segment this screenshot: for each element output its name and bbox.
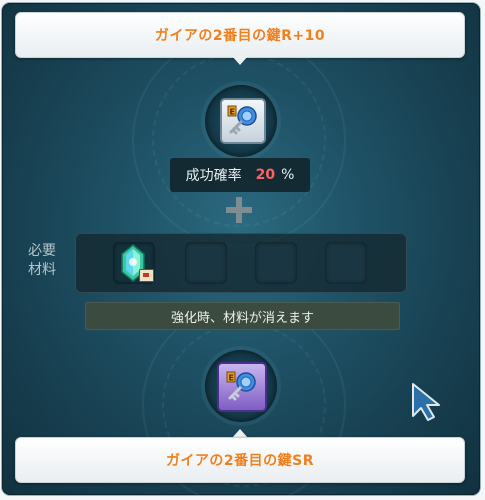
key-icon: E xyxy=(227,105,257,135)
target-item-name: ガイアの2番目の鍵R+10 xyxy=(154,28,326,44)
result-item-name: ガイアの2番目の鍵SR xyxy=(165,453,315,469)
material-slot-3[interactable] xyxy=(255,242,297,284)
materials-panel xyxy=(75,233,407,293)
mouse-cursor-icon xyxy=(412,383,440,421)
gaia-key-rare-icon[interactable]: E xyxy=(220,98,266,144)
material-slot-4[interactable] xyxy=(325,242,367,284)
plus-icon xyxy=(226,197,252,223)
banner-pointer xyxy=(232,56,248,65)
item-badge-icon xyxy=(139,269,154,282)
success-rate-value: 20 xyxy=(255,167,276,183)
result-item-banner: ガイアの2番目の鍵SR xyxy=(15,437,465,483)
success-rate-unit: % xyxy=(281,167,295,183)
material-slot-2[interactable] xyxy=(185,242,227,284)
material-consumed-notice: 強化時、材料が消えます xyxy=(85,302,400,330)
svg-text:E: E xyxy=(229,374,234,383)
success-rate-label: 成功確率 xyxy=(185,168,242,184)
target-item-banner: ガイアの2番目の鍵R+10 xyxy=(15,12,465,58)
gaia-key-superrare-icon[interactable]: E xyxy=(217,362,267,412)
success-rate-box: 成功確率 20 % xyxy=(170,158,310,192)
material-slot-1[interactable] xyxy=(113,242,155,284)
key-icon: E xyxy=(226,371,256,401)
materials-label: 必要 材料 xyxy=(28,243,56,278)
svg-text:E: E xyxy=(230,108,235,117)
